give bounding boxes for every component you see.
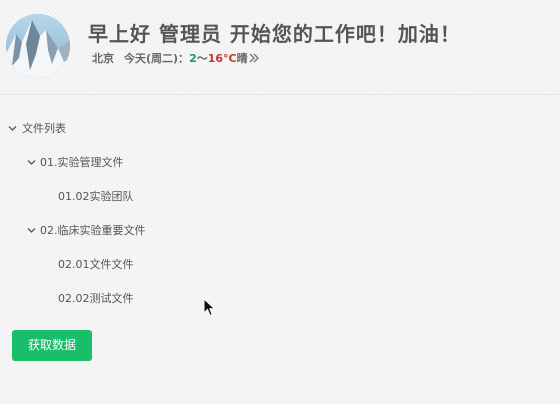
tree-node-label: 02.02测试文件 (58, 292, 134, 305)
header: 早上好 管理员 开始您的工作吧！加油！ 北京 今天(周二)：2～16°C晴 (0, 0, 560, 95)
chevron-down-icon[interactable] (8, 112, 18, 146)
weather-temp-low: 2 (189, 52, 197, 65)
double-chevron-right-icon[interactable] (248, 53, 262, 66)
weather-temp-high: 16°C (207, 52, 237, 65)
tree-node-label: 文件列表 (22, 122, 66, 135)
tree-node-label: 01.实验管理文件 (40, 156, 124, 169)
weather-range-separator: ～ (196, 52, 208, 65)
tree-node-experiment-team[interactable]: 01.02实验团队 (0, 180, 300, 214)
mouse-cursor-icon (203, 297, 217, 318)
weather-info: 北京 今天(周二)：2～16°C晴 (92, 50, 262, 66)
tree-node-test-file[interactable]: 02.02测试文件 (0, 282, 300, 316)
avatar[interactable] (6, 14, 70, 78)
tree-node-file-list[interactable]: 文件列表 (0, 112, 300, 146)
fetch-data-button[interactable]: 获取数据 (12, 330, 92, 361)
chevron-down-icon[interactable] (27, 214, 37, 248)
tree-node-file-0201[interactable]: 02.01文件文件 (0, 248, 300, 282)
tree-node-experiment-management[interactable]: 01.实验管理文件 (0, 146, 300, 180)
greeting-text: 早上好 管理员 开始您的工作吧！加油！ (88, 22, 461, 46)
tree-node-label: 02.临床实验重要文件 (40, 224, 146, 237)
weather-day: 今天(周二)： (124, 52, 190, 65)
tree-node-clinical-experiment[interactable]: 02.临床实验重要文件 (0, 214, 300, 248)
tree-node-label: 01.02实验团队 (58, 190, 134, 203)
file-tree: 文件列表 01.实验管理文件 01.02实验团队 02.临床实验重要文件 02.… (0, 112, 300, 316)
weather-city: 北京 (92, 52, 114, 65)
tree-node-label: 02.01文件文件 (58, 258, 134, 271)
chevron-down-icon[interactable] (27, 146, 37, 180)
weather-condition: 晴 (236, 52, 248, 65)
